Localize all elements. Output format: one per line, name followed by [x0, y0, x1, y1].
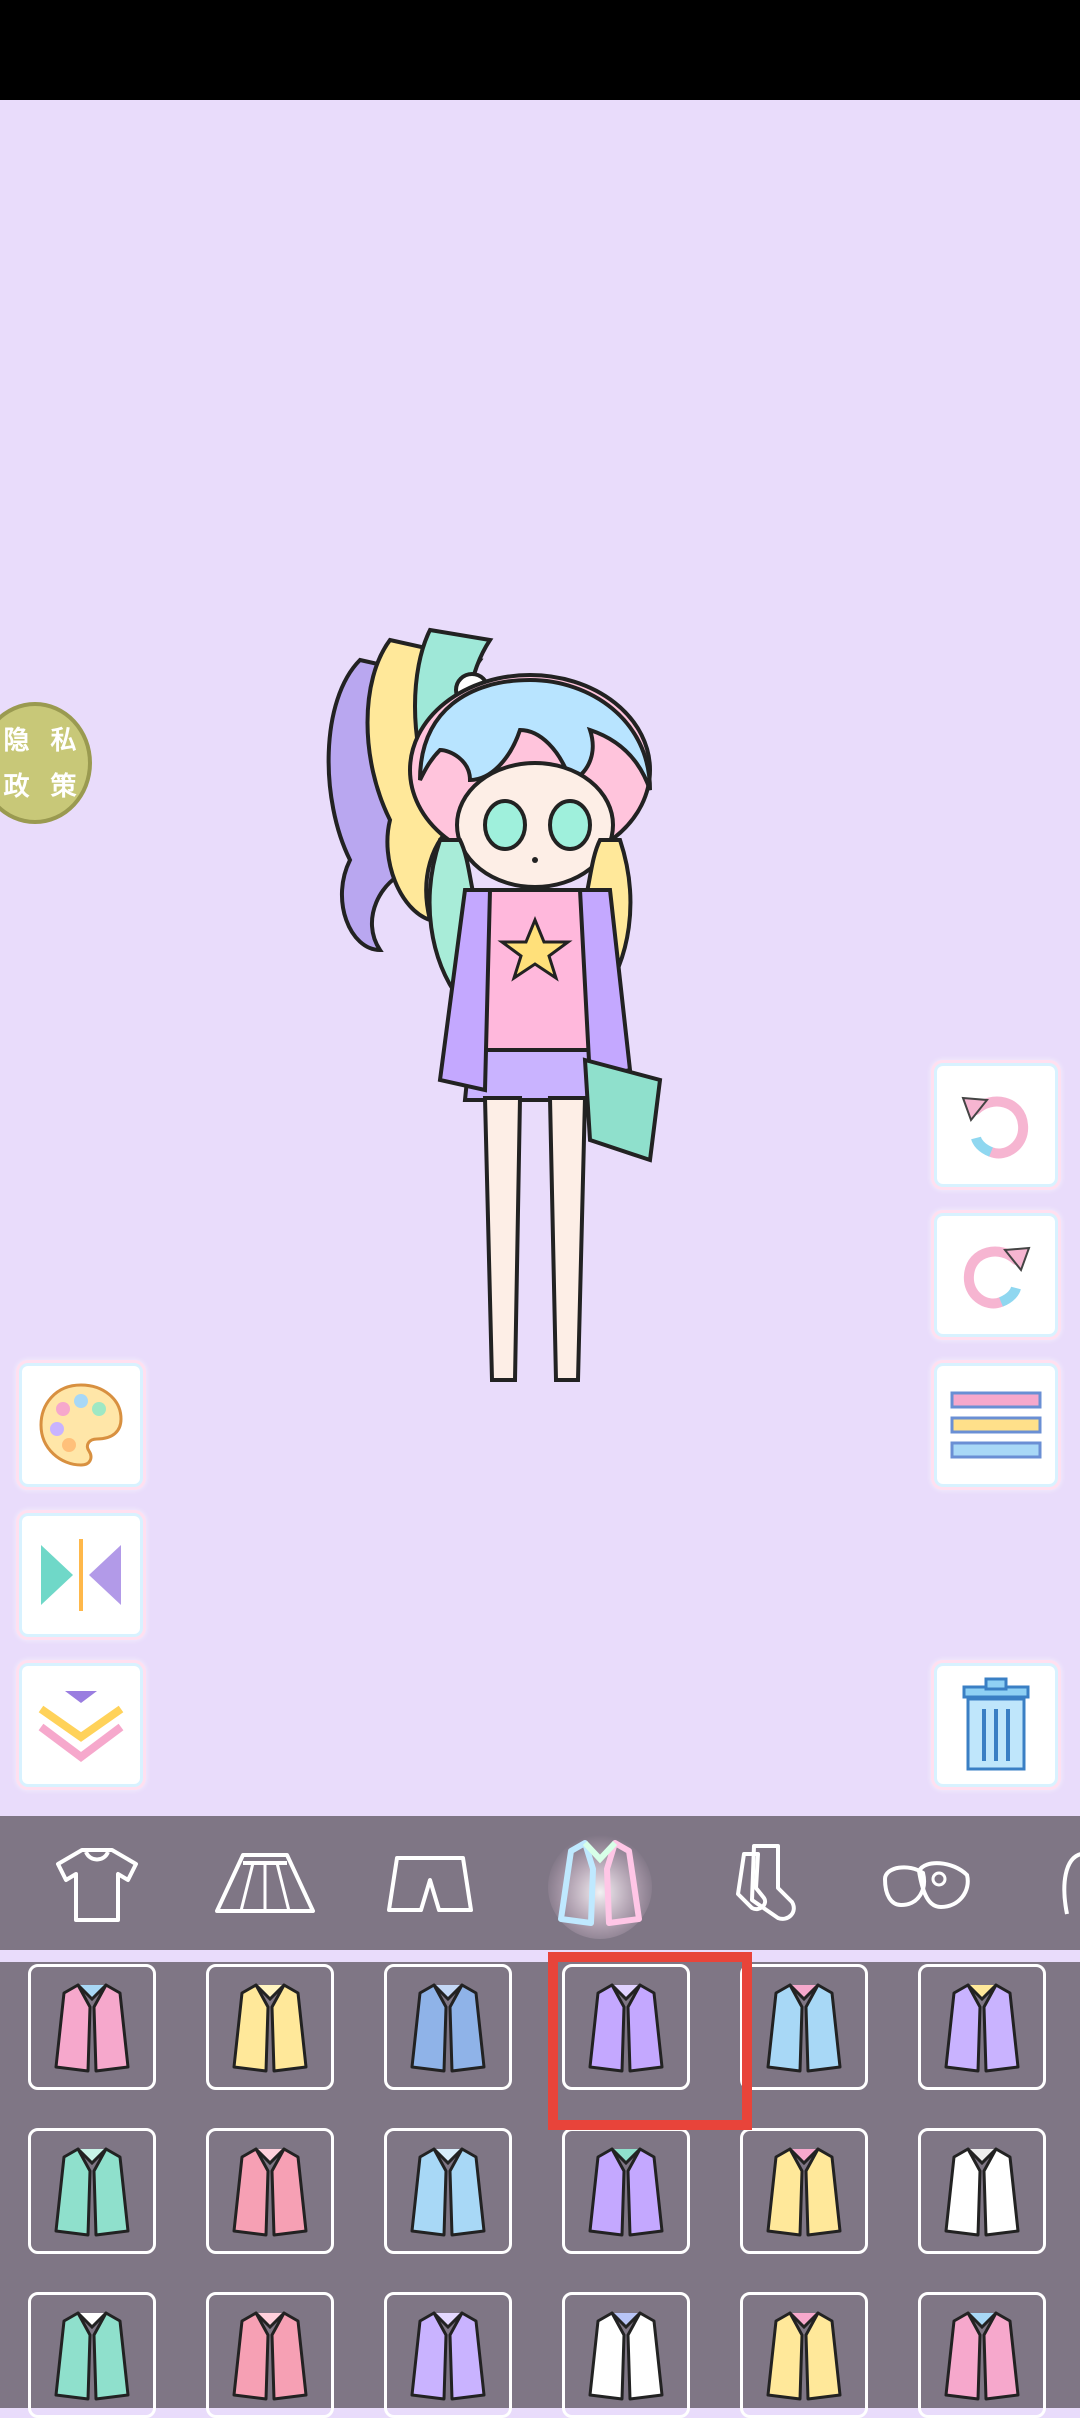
item-cell-pastel-windbreaker[interactable]: [740, 1964, 868, 2090]
shorts-icon: [387, 1856, 473, 1912]
item-cell-purple-jacket-with-bag[interactable]: [562, 2128, 690, 2254]
denim-jacket-icon: [410, 1983, 486, 2073]
palette-icon: [39, 1383, 123, 1467]
tab-shorts[interactable]: [375, 1834, 485, 1934]
pink-duffle-coat-icon: [232, 2147, 308, 2237]
item-cell-varsity-jacket[interactable]: [28, 2292, 156, 2418]
item-cell-mint-coat[interactable]: [28, 2128, 156, 2254]
tab-skirt[interactable]: [210, 1834, 320, 1934]
tab-more[interactable]: [1050, 1834, 1080, 1934]
item-cell-purple-sweater[interactable]: [384, 2292, 512, 2418]
collapse-panel-button[interactable]: [22, 1666, 140, 1784]
trash-icon: [962, 1677, 1030, 1771]
item-cell-denim-jacket[interactable]: [384, 1964, 512, 2090]
purple-yellow-hoodie-icon: [944, 1983, 1020, 2073]
item-cell-pink-wings-star-item[interactable]: [28, 1964, 156, 2090]
blue-duffle-coat-icon: [410, 2147, 486, 2237]
undo-button[interactable]: [937, 1066, 1055, 1184]
layers-menu-icon: [950, 1391, 1042, 1459]
socks-icon: [736, 1844, 796, 1921]
status-bar: [0, 0, 1080, 100]
pink-long-cardigan-icon: [232, 2311, 308, 2401]
layers-menu-button[interactable]: [937, 1366, 1055, 1484]
pink-wings-star-item-icon: [54, 1983, 130, 2073]
skirt-icon: [215, 1853, 315, 1913]
mirror-flip-icon: [41, 1539, 121, 1611]
item-cell-purple-yellow-hoodie[interactable]: [918, 1964, 1046, 2090]
white-sailor-blouse-icon: [588, 2311, 664, 2401]
item-cell-white-sailor-blouse[interactable]: [562, 2292, 690, 2418]
jacket-icon: [548, 1835, 652, 1939]
mint-coat-icon: [54, 2147, 130, 2237]
redo-button[interactable]: [937, 1216, 1055, 1334]
item-cell-yellow-cardigan[interactable]: [206, 1964, 334, 2090]
privacy-line-1: 隐 私: [3, 726, 83, 756]
tab-shoes[interactable]: [872, 1834, 982, 1934]
item-cell-blue-duffle-coat[interactable]: [384, 2128, 512, 2254]
category-tab-bar: [0, 1816, 1080, 1950]
item-cell-pink-yellow-hoodie[interactable]: [740, 2128, 868, 2254]
shoes-icon: [882, 1861, 970, 1910]
panel-divider: [0, 1950, 1080, 1962]
delete-button[interactable]: [937, 1666, 1055, 1784]
undo-icon: [961, 1096, 1029, 1159]
privacy-policy-button[interactable]: 隐 私 政 策: [0, 702, 92, 824]
purple-sweater-icon: [410, 2311, 486, 2401]
purple-jacket-with-bag-icon: [588, 2147, 664, 2237]
pink-dress-icon: [944, 2311, 1020, 2401]
yellow-top-with-bag-icon: [766, 2311, 842, 2401]
tab-socks[interactable]: [710, 1834, 820, 1934]
collapse-chevrons-icon: [38, 1691, 124, 1762]
privacy-line-2: 政 策: [3, 772, 83, 802]
character-preview: [326, 627, 663, 1382]
mirror-flip-button[interactable]: [22, 1516, 140, 1634]
redo-icon: [963, 1246, 1031, 1309]
tab-shirt[interactable]: [42, 1834, 152, 1934]
pink-yellow-hoodie-icon: [766, 2147, 842, 2237]
selection-highlight: [548, 1952, 752, 2130]
pastel-windbreaker-icon: [766, 1983, 842, 2073]
tab-jacket[interactable]: [540, 1834, 660, 1939]
partial-tab-icon: [1062, 1852, 1080, 1915]
color-palette-button[interactable]: [22, 1366, 140, 1484]
item-cell-white-long-coat[interactable]: [918, 2128, 1046, 2254]
yellow-cardigan-icon: [232, 1983, 308, 2073]
item-cell-pink-dress[interactable]: [918, 2292, 1046, 2418]
white-long-coat-icon: [944, 2147, 1020, 2237]
item-cell-pink-long-cardigan[interactable]: [206, 2292, 334, 2418]
item-cell-pink-duffle-coat[interactable]: [206, 2128, 334, 2254]
varsity-jacket-icon: [54, 2311, 130, 2401]
item-cell-yellow-top-with-bag[interactable]: [740, 2292, 868, 2418]
shirt-icon: [56, 1848, 138, 1922]
